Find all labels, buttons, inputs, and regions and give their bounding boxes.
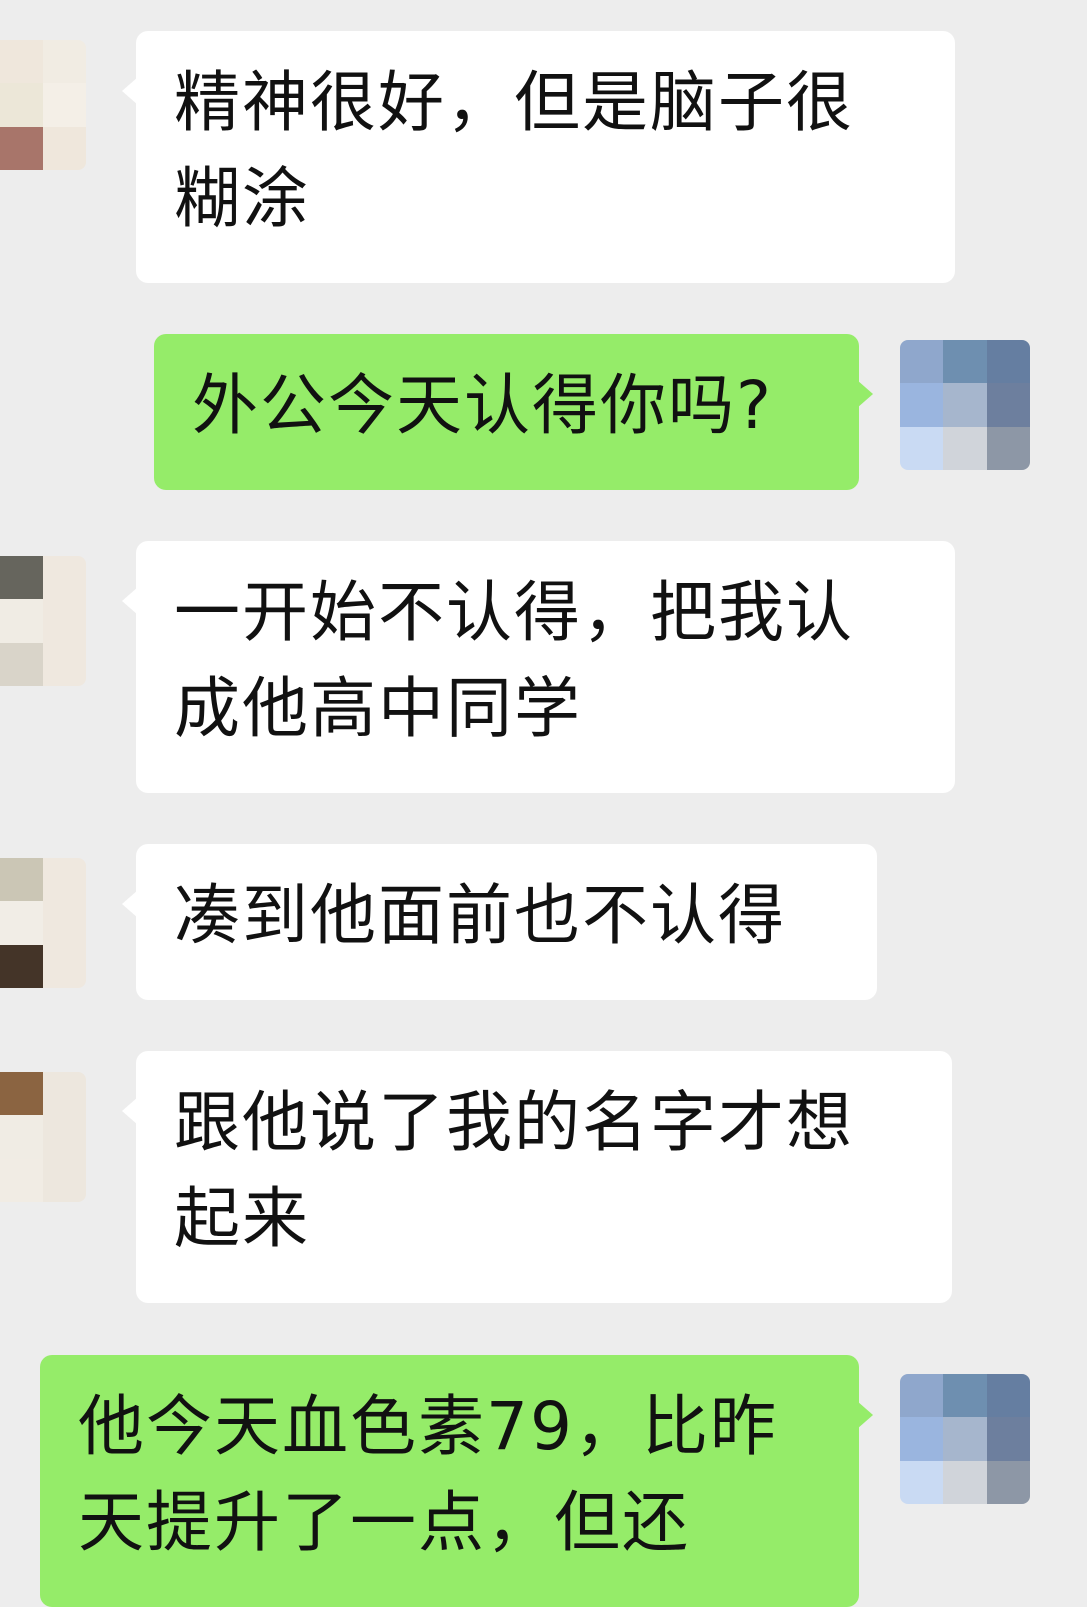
avatar-pixel <box>943 1417 987 1461</box>
avatar-pixel <box>900 383 944 427</box>
avatar-pixel <box>42 1072 86 1116</box>
avatar-pixel <box>986 1374 1030 1418</box>
avatar-pixel <box>986 383 1030 427</box>
outgoing-message-bubble[interactable]: 他今天血色素79，比昨天提升了一点，但还 <box>40 1355 873 1607</box>
chat-message-list: 精神很好，但是脑子很糊涂 外公今天认得你吗? 一开始不认得，把我认成他高中同学 … <box>0 0 1087 1607</box>
avatar-pixel <box>0 1158 43 1202</box>
avatar-pixel <box>42 944 86 988</box>
avatar-pixel <box>900 340 944 384</box>
avatar-pixel <box>986 340 1030 384</box>
avatar-pixel <box>0 642 43 686</box>
outgoing-message-bubble[interactable]: 外公今天认得你吗? <box>154 334 873 490</box>
avatar-pixel <box>42 901 86 945</box>
avatar-pixel <box>943 426 987 470</box>
avatar-pixel <box>0 944 43 988</box>
avatar-pixel <box>943 383 987 427</box>
avatar-pixel <box>986 1460 1030 1504</box>
avatar-pixel <box>986 426 1030 470</box>
avatar-pixel <box>900 1460 944 1504</box>
avatar-pixel <box>943 1374 987 1418</box>
self-avatar[interactable] <box>900 340 1030 470</box>
incoming-message-bubble[interactable]: 凑到他面前也不认得 <box>122 844 877 1000</box>
avatar-pixel <box>0 83 43 127</box>
incoming-message-bubble[interactable]: 一开始不认得，把我认成他高中同学 <box>122 541 955 793</box>
avatar-pixel <box>900 1417 944 1461</box>
avatar-pixel <box>42 40 86 84</box>
avatar-pixel <box>0 40 43 84</box>
contact-avatar[interactable] <box>0 40 86 170</box>
contact-avatar[interactable] <box>0 556 86 686</box>
avatar-pixel <box>42 858 86 902</box>
avatar-pixel <box>943 1460 987 1504</box>
avatar-pixel <box>0 1115 43 1159</box>
incoming-message-bubble[interactable]: 跟他说了我的名字才想起来 <box>122 1051 952 1303</box>
avatar-pixel <box>900 1374 944 1418</box>
avatar-pixel <box>42 83 86 127</box>
self-avatar[interactable] <box>900 1374 1030 1504</box>
avatar-pixel <box>0 858 43 902</box>
avatar-pixel <box>42 599 86 643</box>
avatar-pixel <box>42 642 86 686</box>
avatar-pixel <box>0 599 43 643</box>
avatar-pixel <box>0 556 43 600</box>
contact-avatar[interactable] <box>0 1072 86 1202</box>
avatar-pixel <box>0 1072 43 1116</box>
avatar-pixel <box>42 1158 86 1202</box>
contact-avatar[interactable] <box>0 858 86 988</box>
avatar-pixel <box>900 426 944 470</box>
avatar-pixel <box>0 126 43 170</box>
avatar-pixel <box>42 556 86 600</box>
avatar-pixel <box>42 1115 86 1159</box>
avatar-pixel <box>0 901 43 945</box>
avatar-pixel <box>943 340 987 384</box>
avatar-pixel <box>986 1417 1030 1461</box>
incoming-message-bubble[interactable]: 精神很好，但是脑子很糊涂 <box>122 31 955 283</box>
avatar-pixel <box>42 126 86 170</box>
